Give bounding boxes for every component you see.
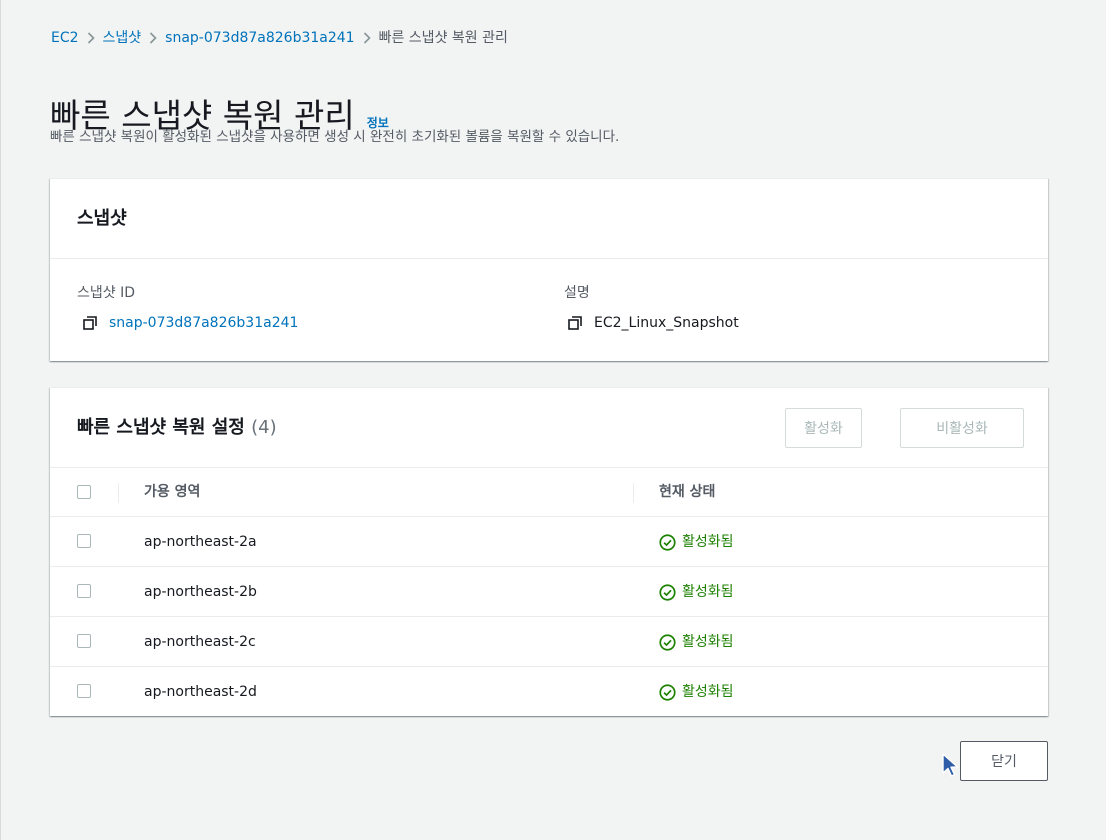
fsr-panel-title: 빠른 스냅샷 복원 설정 (77, 417, 245, 438)
select-all-checkbox[interactable] (77, 485, 91, 499)
status-text: 활성화됨 (682, 584, 734, 600)
column-divider (118, 483, 119, 503)
description-value: EC2_Linux_Snapshot (594, 315, 739, 331)
column-divider (633, 483, 634, 503)
table-row: ap-northeast-2b 활성화됨 (50, 567, 1048, 617)
breadcrumb-ec2[interactable]: EC2 (51, 28, 79, 48)
table-row: ap-northeast-2d 활성화됨 (50, 667, 1048, 717)
chevron-right-icon (79, 32, 103, 44)
column-header-status[interactable]: 현재 상태 (659, 482, 715, 502)
fsr-panel-header: 빠른 스냅샷 복원 설정 (4) 활성화 비활성화 (50, 388, 1048, 468)
zone-cell: ap-northeast-2c (144, 634, 256, 650)
deactivate-button[interactable]: 비활성화 (900, 408, 1024, 448)
check-circle-icon (659, 583, 676, 601)
fsr-panel-count: (4) (251, 417, 277, 438)
row-checkbox[interactable] (77, 534, 91, 548)
status-cell: 활성화됨 (659, 682, 734, 702)
status-cell: 활성화됨 (659, 532, 734, 552)
page-description: 빠른 스냅샷 복원이 활성화된 스냅샷을 사용하면 생성 시 완전히 초기화된 … (50, 129, 620, 145)
zone-cell: ap-northeast-2a (144, 534, 257, 550)
snapshot-id-field: snap-073d87a826b31a241 (83, 313, 298, 333)
breadcrumb-snapshots[interactable]: 스냅샷 (103, 28, 142, 48)
copy-icon[interactable] (83, 316, 97, 330)
chevron-right-icon (355, 32, 379, 44)
check-circle-icon (659, 633, 676, 651)
breadcrumb-current: 빠른 스냅샷 복원 관리 (378, 30, 508, 46)
status-text: 활성화됨 (682, 634, 734, 650)
chevron-right-icon (141, 32, 165, 44)
status-text: 활성화됨 (682, 534, 734, 550)
fsr-panel-title-container: 빠른 스냅샷 복원 설정 (4) (77, 416, 277, 440)
close-button[interactable]: 닫기 (960, 741, 1048, 781)
snapshot-panel-title: 스냅샷 (77, 208, 127, 229)
row-checkbox[interactable] (77, 634, 91, 648)
check-circle-icon (659, 533, 676, 551)
table-row: ap-northeast-2a 활성화됨 (50, 517, 1048, 567)
fsr-settings-panel: 빠른 스냅샷 복원 설정 (4) 활성화 비활성화 가용 영역 현재 상태 ap… (50, 387, 1048, 716)
snapshot-id-label: 스냅샷 ID (77, 285, 135, 301)
mouse-cursor-icon (941, 752, 961, 782)
zone-cell: ap-northeast-2d (144, 684, 257, 700)
column-header-zone[interactable]: 가용 영역 (144, 482, 200, 502)
snapshot-panel-header: 스냅샷 (50, 179, 1048, 259)
copy-icon[interactable] (568, 316, 582, 330)
description-field: EC2_Linux_Snapshot (568, 313, 739, 333)
table-header: 가용 영역 현재 상태 (50, 468, 1048, 517)
breadcrumb-snapshot-id[interactable]: snap-073d87a826b31a241 (165, 28, 354, 48)
zone-cell: ap-northeast-2b (144, 584, 257, 600)
activate-button[interactable]: 활성화 (785, 408, 862, 448)
snapshot-panel: 스냅샷 스냅샷 ID snap-073d87a826b31a241 설명 EC2… (50, 178, 1048, 361)
breadcrumb: EC2 스냅샷 snap-073d87a826b31a241 빠른 스냅샷 복원… (51, 28, 508, 48)
description-label: 설명 (564, 285, 590, 301)
status-cell: 활성화됨 (659, 582, 734, 602)
check-circle-icon (659, 683, 676, 701)
status-cell: 활성화됨 (659, 632, 734, 652)
status-text: 활성화됨 (682, 684, 734, 700)
snapshot-id-link[interactable]: snap-073d87a826b31a241 (109, 313, 298, 333)
row-checkbox[interactable] (77, 584, 91, 598)
table-row: ap-northeast-2c 활성화됨 (50, 617, 1048, 667)
row-checkbox[interactable] (77, 684, 91, 698)
